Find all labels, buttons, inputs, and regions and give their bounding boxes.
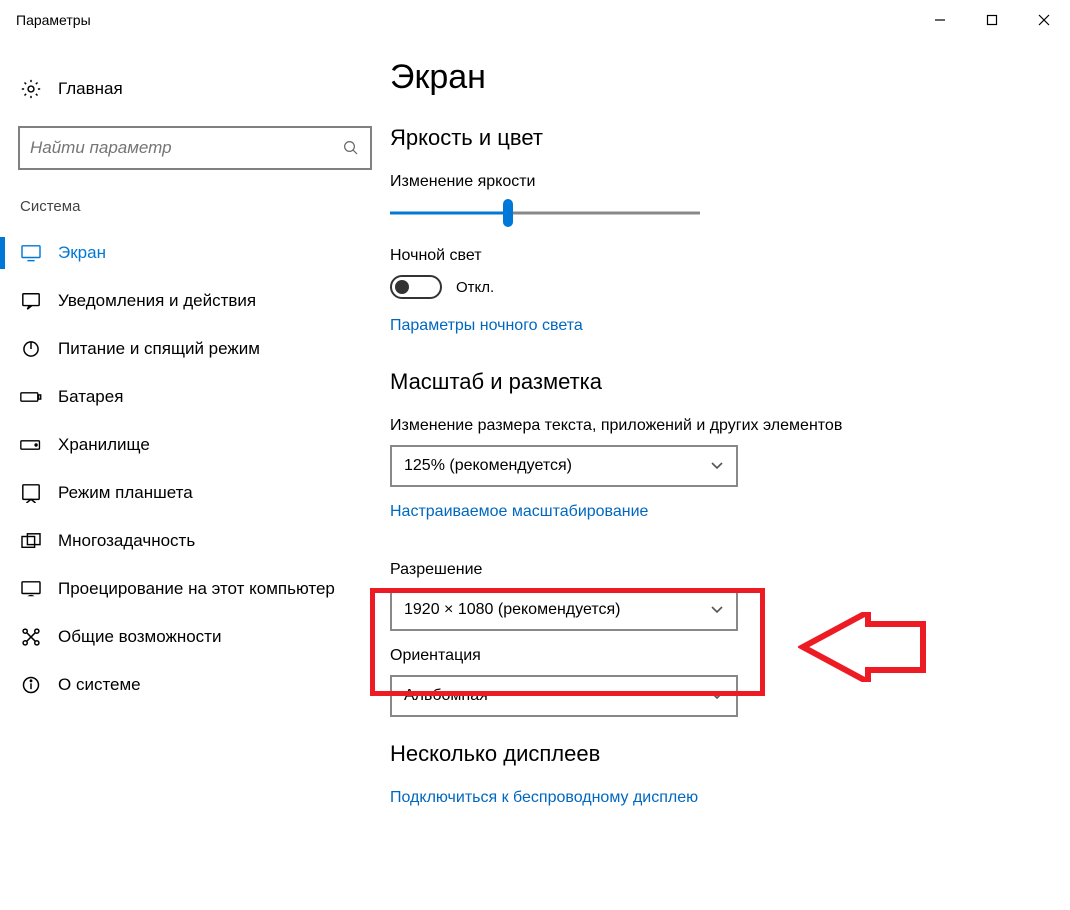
projecting-icon <box>20 580 42 598</box>
nightlight-settings-link[interactable]: Параметры ночного света <box>390 317 583 335</box>
gear-icon <box>20 78 42 100</box>
slider-thumb[interactable] <box>503 199 513 227</box>
notifications-icon <box>20 291 42 311</box>
sidebar-item-label: Многозадачность <box>58 531 195 551</box>
minimize-button[interactable] <box>914 0 966 40</box>
home-button[interactable]: Главная <box>0 70 390 108</box>
sidebar-item-label: Батарея <box>58 387 123 407</box>
shared-experiences-icon <box>20 627 42 647</box>
section-multidisplay: Несколько дисплеев <box>390 741 1050 767</box>
scale-value: 125% (рекомендуется) <box>404 457 572 475</box>
page-title: Экран <box>390 58 1050 97</box>
sidebar-item-label: О системе <box>58 675 141 695</box>
sidebar-item-label: Режим планшета <box>58 483 193 503</box>
sidebar-item-label: Питание и спящий режим <box>58 339 260 359</box>
scale-label: Изменение размера текста, приложений и д… <box>390 417 1050 435</box>
sidebar-item-storage[interactable]: Хранилище <box>0 421 390 469</box>
sidebar-item-projecting[interactable]: Проецирование на этот компьютер <box>0 565 390 613</box>
orientation-value: Альбомная <box>404 687 488 705</box>
resolution-label: Разрешение <box>390 561 1050 579</box>
search-icon <box>342 139 360 157</box>
section-scale: Масштаб и разметка <box>390 369 1050 395</box>
sidebar: Главная Система Экран Уведомления и дейс… <box>0 40 390 910</box>
wireless-display-link[interactable]: Подключиться к беспроводному дисплею <box>390 789 698 807</box>
close-button[interactable] <box>1018 0 1070 40</box>
power-icon <box>20 339 42 359</box>
category-label: Система <box>0 198 390 229</box>
window-title: Параметры <box>16 12 91 28</box>
custom-scaling-link[interactable]: Настраиваемое масштабирование <box>390 503 648 521</box>
battery-icon <box>20 390 42 404</box>
storage-icon <box>20 438 42 452</box>
search-box[interactable] <box>18 126 372 170</box>
sidebar-item-tablet[interactable]: Режим планшета <box>0 469 390 517</box>
about-icon <box>20 675 42 695</box>
nightlight-label: Ночной свет <box>390 247 1050 265</box>
chevron-down-icon <box>710 691 724 701</box>
orientation-dropdown[interactable]: Альбомная <box>390 675 738 717</box>
window-controls <box>914 0 1070 40</box>
tablet-mode-icon <box>20 483 42 503</box>
sidebar-item-label: Общие возможности <box>58 627 221 647</box>
display-icon <box>20 244 42 262</box>
sidebar-item-about[interactable]: О системе <box>0 661 390 709</box>
sidebar-item-power[interactable]: Питание и спящий режим <box>0 325 390 373</box>
sidebar-item-label: Экран <box>58 243 106 263</box>
resolution-value: 1920 × 1080 (рекомендуется) <box>404 601 620 619</box>
sidebar-item-label: Хранилище <box>58 435 150 455</box>
sidebar-item-notifications[interactable]: Уведомления и действия <box>0 277 390 325</box>
section-brightness: Яркость и цвет <box>390 125 1050 151</box>
sidebar-item-label: Уведомления и действия <box>58 291 256 311</box>
brightness-label: Изменение яркости <box>390 173 1050 191</box>
sidebar-item-display[interactable]: Экран <box>0 229 390 277</box>
resolution-dropdown[interactable]: 1920 × 1080 (рекомендуется) <box>390 589 738 631</box>
home-label: Главная <box>58 79 123 99</box>
multitasking-icon <box>20 532 42 550</box>
sidebar-item-multitasking[interactable]: Многозадачность <box>0 517 390 565</box>
titlebar: Параметры <box>0 0 1070 40</box>
sidebar-item-battery[interactable]: Батарея <box>0 373 390 421</box>
brightness-slider[interactable] <box>390 201 700 225</box>
nightlight-state: Откл. <box>456 279 494 296</box>
search-input[interactable] <box>30 138 342 158</box>
orientation-label: Ориентация <box>390 647 1050 665</box>
nightlight-toggle[interactable] <box>390 275 442 299</box>
chevron-down-icon <box>710 461 724 471</box>
sidebar-item-shared[interactable]: Общие возможности <box>0 613 390 661</box>
scale-dropdown[interactable]: 125% (рекомендуется) <box>390 445 738 487</box>
maximize-button[interactable] <box>966 0 1018 40</box>
chevron-down-icon <box>710 605 724 615</box>
sidebar-item-label: Проецирование на этот компьютер <box>58 579 335 599</box>
main-panel: Экран Яркость и цвет Изменение яркости Н… <box>390 40 1070 910</box>
